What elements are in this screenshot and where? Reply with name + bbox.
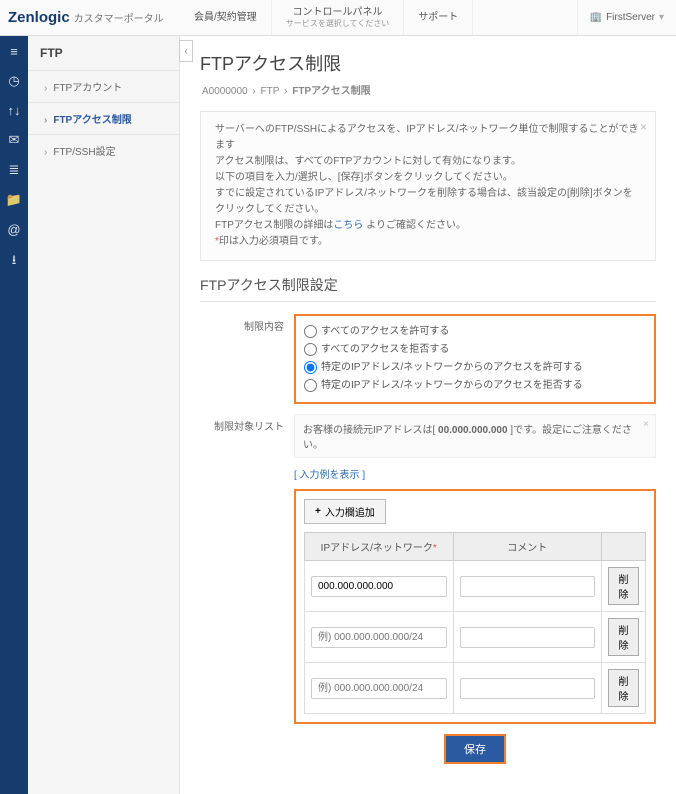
radio-allow-specific[interactable] (304, 361, 317, 374)
notice-line: アクセス制限は、すべてのFTPアカウントに対して有効になります。 (215, 154, 641, 170)
table-row: 削除 (305, 663, 646, 714)
user-menu[interactable]: 🏢 FirstServer ▾ (577, 0, 676, 35)
nav-label: コントロールパネル (286, 7, 390, 19)
notice-required: *印は入力必須項目です。 (215, 234, 641, 250)
table-row: 削除 (305, 612, 646, 663)
nav-label: サポート (418, 12, 458, 24)
top-nav: 会員/契約管理 コントロールパネル サービスを選択してください サポート (180, 0, 577, 35)
breadcrumb-item[interactable]: FTP (261, 86, 280, 97)
comment-input[interactable] (460, 678, 596, 699)
breadcrumb: A0000000 › FTP › FTPアクセス制限 (200, 82, 656, 97)
dashboard-icon[interactable]: ≡ (10, 44, 18, 59)
delete-button[interactable]: 削除 (608, 669, 639, 707)
sidebar: FTP FTPアカウント FTPアクセス制限 FTP/SSH設定 (28, 36, 180, 794)
notice-line: サーバーへのFTP/SSHによるアクセスを、IPアドレス/ネットワーク単位で制限… (215, 122, 641, 154)
ip-list-box: +入力欄追加 IPアドレス/ネットワーク* コメント (294, 489, 656, 724)
section-title: FTPアクセス制限設定 (200, 275, 656, 302)
logo-text: Zenlogic (8, 9, 70, 26)
globe-icon[interactable]: ◷ (8, 73, 19, 89)
nav-control-panel[interactable]: コントロールパネル サービスを選択してください (272, 0, 405, 35)
user-name: FirstServer (606, 12, 655, 23)
nav-support[interactable]: サポート (404, 0, 473, 35)
sidebar-item-ftp-account[interactable]: FTPアカウント (28, 70, 179, 102)
table-row: 削除 (305, 561, 646, 612)
col-ip: IPアドレス/ネットワーク* (305, 533, 454, 561)
detail-link[interactable]: こちら (333, 220, 363, 231)
database-icon[interactable]: ≣ (9, 162, 20, 178)
chevron-down-icon: ▾ (659, 12, 664, 23)
ip-input[interactable] (311, 678, 447, 699)
top-bar: Zenlogic カスタマーポータル 会員/契約管理 コントロールパネル サービ… (0, 0, 676, 36)
logo-subtitle: カスタマーポータル (74, 10, 164, 25)
client-ip: 00.000.000.000 (438, 425, 508, 436)
folder-icon[interactable]: 📁 (6, 192, 22, 208)
notice-detail: FTPアクセス制限の詳細はこちら よりご確認ください。 (215, 218, 641, 234)
mail-icon[interactable]: ✉ (9, 132, 20, 148)
notice-line: 以下の項目を入力/選択し、[保存]ボタンをクリックしてください。 (215, 170, 641, 186)
content-area: ‹ FTPアクセス制限 A0000000 › FTP › FTPアクセス制限 ×… (180, 36, 676, 794)
ip-table: IPアドレス/ネットワーク* コメント 削除 (304, 532, 646, 714)
save-button[interactable]: 保存 (444, 734, 506, 764)
building-icon: 🏢 (590, 12, 602, 23)
sidebar-collapse-button[interactable]: ‹ (179, 40, 193, 62)
at-icon[interactable]: @ (7, 222, 20, 237)
notice-line: すでに設定されているIPアドレス/ネットワークを削除する場合は、該当設定の[削除… (215, 186, 641, 218)
nav-sublabel: サービスを選択してください (286, 19, 390, 29)
list-label: 制限対象リスト (200, 414, 284, 433)
close-icon[interactable]: × (640, 118, 647, 137)
comment-input[interactable] (460, 576, 596, 597)
add-row-button[interactable]: +入力欄追加 (304, 499, 386, 524)
sidebar-item-ftp-access[interactable]: FTPアクセス制限 (28, 102, 179, 134)
ip-input[interactable] (311, 576, 447, 597)
breadcrumb-item: FTPアクセス制限 (292, 86, 370, 97)
delete-button[interactable]: 削除 (608, 618, 639, 656)
plus-icon: + (315, 506, 321, 517)
close-icon[interactable]: × (643, 419, 649, 430)
option-allow-specific[interactable]: 特定のIPアドレス/ネットワークからのアクセスを許可する (304, 360, 646, 376)
sidebar-item-ftp-ssh[interactable]: FTP/SSH設定 (28, 134, 179, 166)
radio-allow-all[interactable] (304, 325, 317, 338)
breadcrumb-item[interactable]: A0000000 (202, 86, 248, 97)
comment-input[interactable] (460, 627, 596, 648)
icon-rail: ≡ ◷ ↑↓ ✉ ≣ 📁 @ ⭳ (0, 36, 28, 794)
restrict-label: 制限内容 (200, 314, 284, 333)
client-ip-alert: お客様の接続元IPアドレスは[ 00.000.000.000 ]です。設定にご注… (294, 414, 656, 458)
sidebar-title: FTP (28, 36, 179, 70)
restrict-options-box: すべてのアクセスを許可する すべてのアクセスを拒否する 特定のIPアドレス/ネッ… (294, 314, 656, 404)
ip-input[interactable] (311, 627, 447, 648)
radio-deny-all[interactable] (304, 343, 317, 356)
option-allow-all[interactable]: すべてのアクセスを許可する (304, 324, 646, 340)
delete-button[interactable]: 削除 (608, 567, 639, 605)
logo[interactable]: Zenlogic カスタマーポータル (0, 0, 180, 35)
notice-box: × サーバーへのFTP/SSHによるアクセスを、IPアドレス/ネットワーク単位で… (200, 111, 656, 261)
radio-deny-specific[interactable] (304, 379, 317, 392)
option-deny-all[interactable]: すべてのアクセスを拒否する (304, 342, 646, 358)
col-comment: コメント (453, 533, 602, 561)
transfer-icon[interactable]: ↑↓ (8, 103, 21, 118)
nav-label: 会員/契約管理 (194, 12, 257, 24)
page-title: FTPアクセス制限 (200, 50, 656, 76)
option-deny-specific[interactable]: 特定のIPアドレス/ネットワークからのアクセスを拒否する (304, 378, 646, 394)
download-icon[interactable]: ⭳ (12, 251, 17, 273)
example-link[interactable]: [ 入力例を表示 ] (294, 466, 365, 481)
nav-members[interactable]: 会員/契約管理 (180, 0, 272, 35)
